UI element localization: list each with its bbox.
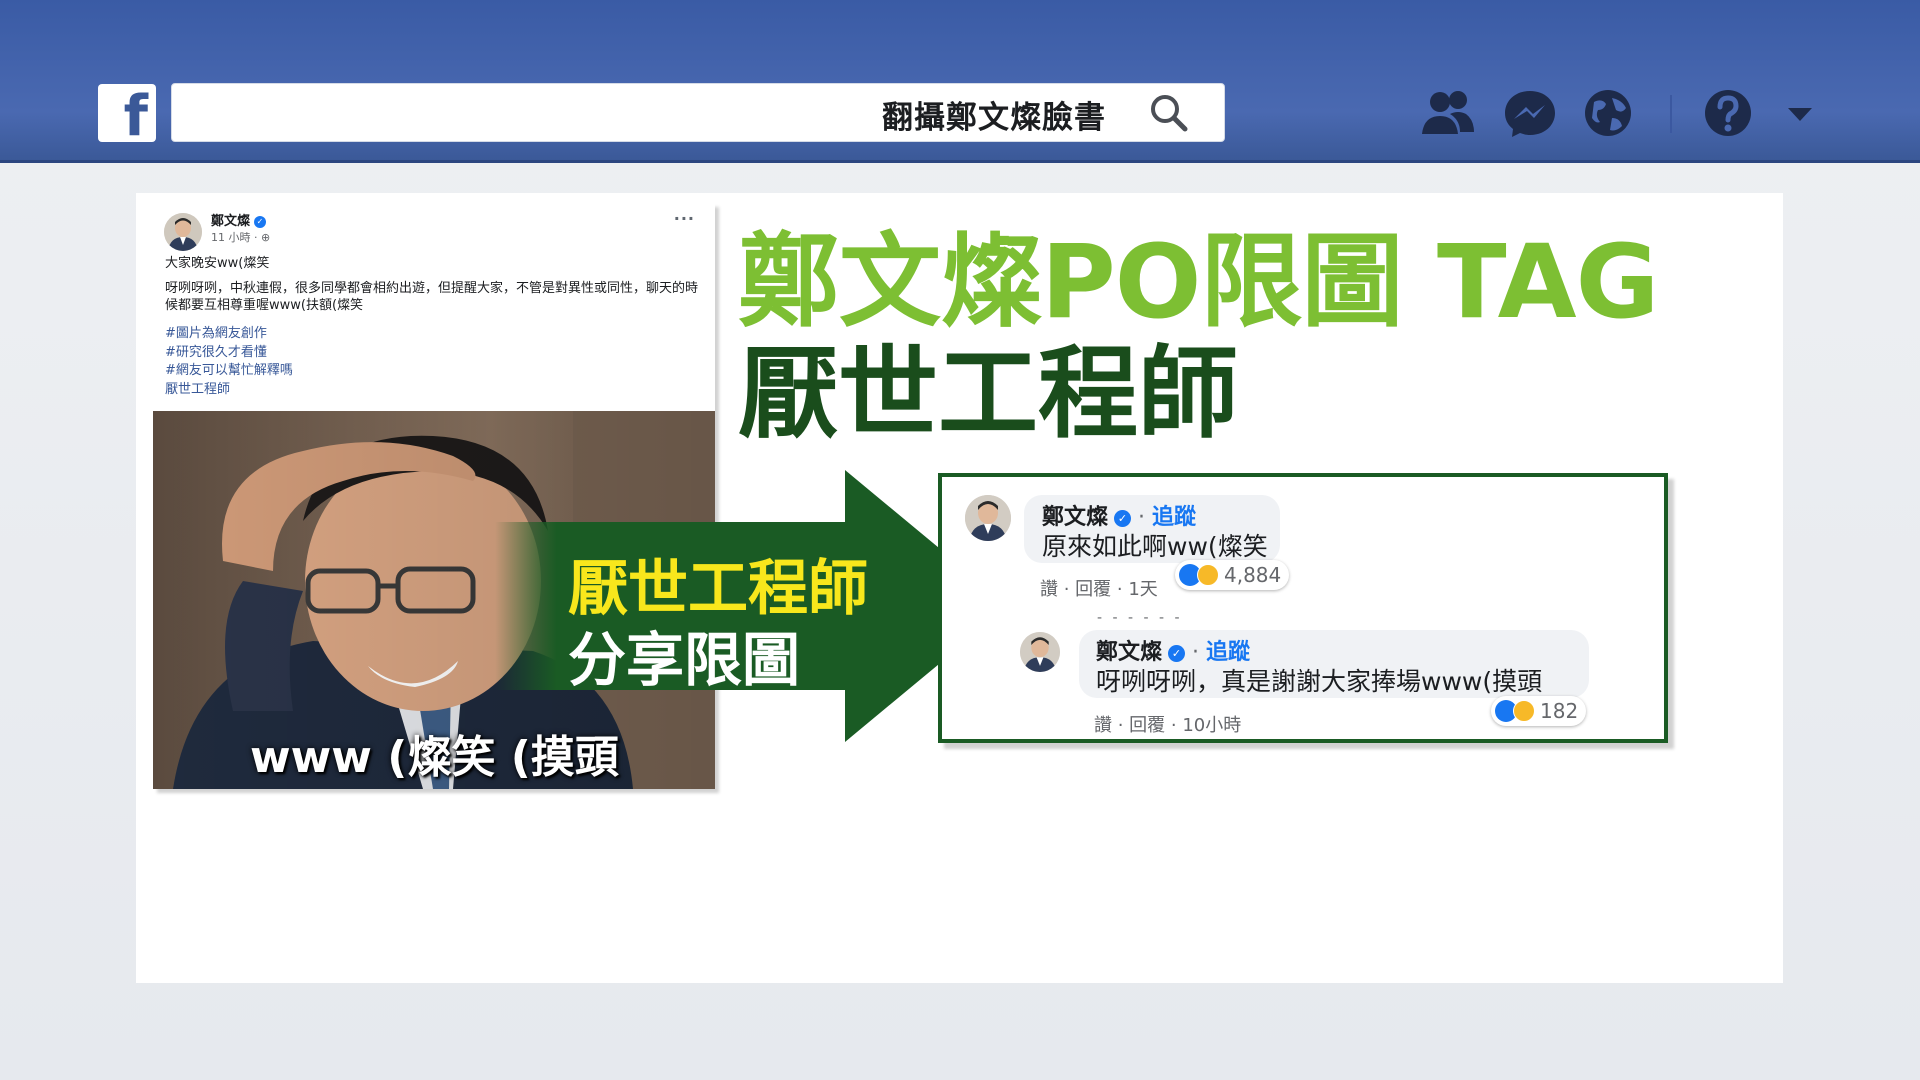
search-icon[interactable] bbox=[1148, 92, 1190, 134]
post-time[interactable]: 11 小時 · ⊕ bbox=[211, 229, 270, 245]
globe-icon[interactable] bbox=[1580, 88, 1636, 138]
headline-line-2: 厭世工程師 bbox=[738, 335, 1238, 452]
arrow-caption-2: 分享限圖 bbox=[568, 626, 801, 694]
reaction-count[interactable]: 182 bbox=[1491, 696, 1587, 726]
cropped-line: - - - - - - bbox=[1097, 610, 1183, 626]
hashtag-link[interactable]: #研究很久才看懂 bbox=[165, 344, 293, 363]
search-bar[interactable]: 翻攝鄭文燦臉書 bbox=[171, 83, 1225, 142]
public-globe-icon: ⊕ bbox=[260, 231, 271, 244]
hashtag-link[interactable]: 厭世工程師 bbox=[165, 381, 293, 400]
post-author-name: 鄭文燦 bbox=[211, 214, 251, 229]
verified-badge-icon: ✓ bbox=[254, 216, 267, 228]
help-icon[interactable] bbox=[1700, 88, 1756, 138]
reaction-total: 4,884 bbox=[1224, 563, 1282, 587]
post-body: 大家晚安ww(燦笑 呀咧呀咧，中秋連假，很多同學都會相約出遊，但提醒大家，不管是… bbox=[165, 255, 710, 322]
verified-badge-icon: ✓ bbox=[1168, 645, 1186, 662]
chevron-down-icon[interactable] bbox=[1784, 88, 1816, 138]
reaction-count[interactable]: 4,884 bbox=[1175, 560, 1290, 590]
verified-badge-icon: ✓ bbox=[1114, 510, 1132, 527]
facebook-logo-letter: f bbox=[123, 84, 148, 143]
haha-reaction-icon bbox=[1513, 700, 1535, 722]
friends-icon[interactable] bbox=[1420, 88, 1476, 138]
facebook-logo[interactable]: f bbox=[98, 84, 156, 142]
comment-actions[interactable]: 讚 · 回覆 · 10小時 bbox=[1094, 711, 1241, 737]
facebook-header: f 翻攝鄭文燦臉書 bbox=[0, 0, 1920, 163]
more-options-icon[interactable]: ··· bbox=[674, 209, 695, 228]
post-time-text: 11 小時 · bbox=[211, 231, 261, 244]
comment-text: 呀咧呀咧，真是謝謝大家捧場www(摸頭 bbox=[1096, 667, 1543, 696]
post-line-2: 呀咧呀咧，中秋連假，很多同學都會相約出遊，但提醒大家，不管是對異性或同性，聊天的… bbox=[165, 281, 699, 313]
comment-avatar[interactable] bbox=[1020, 632, 1060, 672]
nav-separator bbox=[1670, 95, 1672, 133]
haha-reaction-icon bbox=[1197, 564, 1219, 586]
reaction-total: 182 bbox=[1540, 699, 1579, 723]
comment-actions[interactable]: 讚 · 回覆 · 1天 bbox=[1040, 575, 1158, 601]
post-line-1: 大家晚安ww(燦笑 bbox=[165, 256, 270, 271]
hashtag-link[interactable]: #圖片為網友創作 bbox=[165, 325, 293, 344]
search-text: 翻攝鄭文燦臉書 bbox=[882, 100, 1106, 136]
comment-text: 原來如此啊ww(燦笑 bbox=[1042, 532, 1268, 561]
post-author[interactable]: 鄭文燦 ✓ bbox=[211, 210, 267, 229]
messenger-icon[interactable] bbox=[1502, 88, 1558, 138]
post-hashtags: #圖片為網友創作 #研究很久才看懂 #網友可以幫忙解釋嗎 厭世工程師 bbox=[165, 325, 293, 399]
post-avatar[interactable] bbox=[164, 213, 202, 251]
comments-box: 鄭文燦 ✓ · 追蹤 原來如此啊ww(燦笑 4,884 讚 · 回覆 · 1天 -… bbox=[938, 473, 1668, 743]
comment-avatar[interactable] bbox=[965, 495, 1011, 541]
hashtag-link[interactable]: #網友可以幫忙解釋嗎 bbox=[165, 362, 293, 381]
